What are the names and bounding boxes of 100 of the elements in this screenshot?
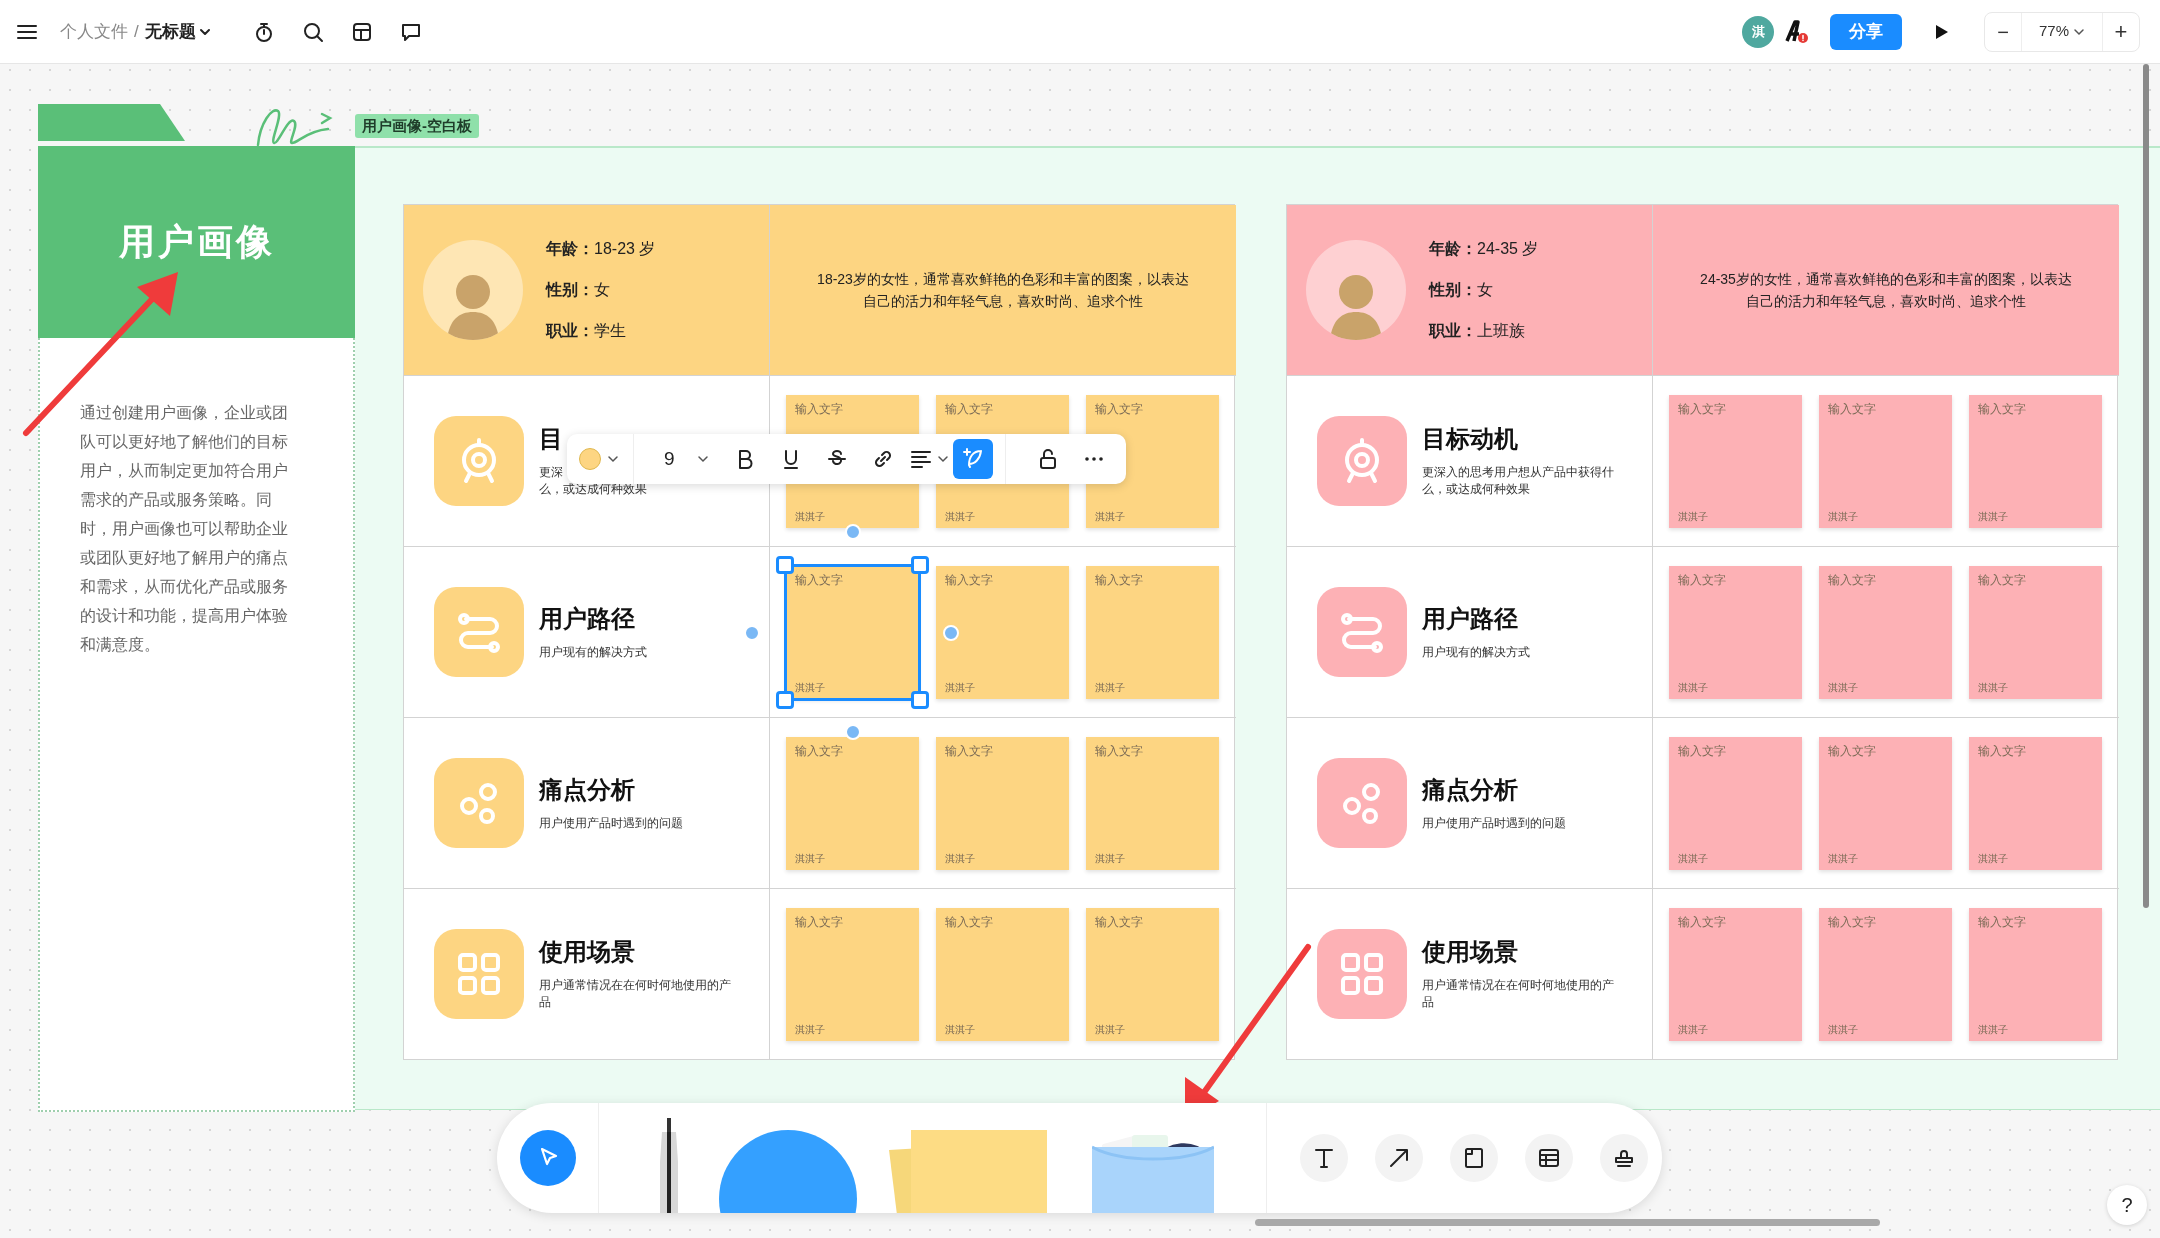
sticky-note[interactable]: 输入文字 淇淇子 xyxy=(1969,394,2102,528)
note-author: 淇淇子 xyxy=(945,852,976,865)
note-author: 淇淇子 xyxy=(795,1023,826,1036)
note-author: 淇淇子 xyxy=(945,510,976,523)
category-description: 用户通常情况在在何时何地使用的产 品 xyxy=(539,977,731,1011)
note-text: 输入文字 xyxy=(1828,401,1877,416)
frame-title: 用户画像 xyxy=(118,220,275,264)
note-author: 淇淇子 xyxy=(1978,852,2009,865)
note-text: 输入文字 xyxy=(1978,914,2027,929)
note-text: 输入文字 xyxy=(1828,572,1877,587)
sticky-note[interactable]: 输入文字 淇淇子 xyxy=(1819,394,1952,528)
note-author: 淇淇子 xyxy=(1095,681,1126,694)
note-text: 输入文字 xyxy=(1095,743,1144,758)
note-text: 输入文字 xyxy=(945,743,994,758)
note-text: 输入文字 xyxy=(1978,572,2027,587)
sticky-note[interactable]: 输入文字 淇淇子 xyxy=(1819,736,1952,870)
sticky-note[interactable]: 输入文字 淇淇子 xyxy=(786,907,919,1041)
sticky-note[interactable]: 输入文字 淇淇子 xyxy=(1086,907,1219,1041)
category-title: 痛点分析 xyxy=(539,774,636,805)
category-description: 更深 么，或达成何种效果 xyxy=(539,464,647,498)
note-text: 输入文字 xyxy=(1678,572,1727,587)
note-author: 淇淇子 xyxy=(1095,852,1126,865)
frame-label[interactable]: 用户画像-空白板 xyxy=(355,114,479,138)
field-label: 职业： xyxy=(546,321,594,341)
category-title: 目 xyxy=(539,424,564,454)
sticky-note[interactable]: 输入文字 淇淇子 xyxy=(1669,907,1802,1041)
sticky-note[interactable]: 输入文字 淇淇子 xyxy=(1669,736,1802,870)
note-text: 输入文字 xyxy=(945,572,994,587)
sticky-note[interactable]: 输入文字 淇淇子 xyxy=(1669,565,1802,699)
note-author: 淇淇子 xyxy=(1828,510,1859,523)
note-text: 输入文字 xyxy=(795,401,844,416)
field-label: 年龄： xyxy=(546,239,594,259)
zoom-in-button[interactable]: + xyxy=(2103,12,2139,51)
note-author: 淇淇子 xyxy=(1978,510,2009,523)
note-text: 输入文字 xyxy=(795,743,844,758)
category-description: 用户现有的解决方式 xyxy=(1422,643,1530,661)
note-author: 淇淇子 xyxy=(1978,681,2009,694)
note-author: 淇淇子 xyxy=(1095,510,1126,523)
sticky-note[interactable]: 输入文字 淇淇子 xyxy=(1086,565,1219,699)
field-label: 性别： xyxy=(546,280,594,300)
breadcrumb-separator: / xyxy=(134,20,139,43)
note-author: 淇淇子 xyxy=(1828,681,1859,694)
note-text: 输入文字 xyxy=(1095,401,1144,416)
note-text: 输入文字 xyxy=(1978,401,2027,416)
category-description: 用户现有的解决方式 xyxy=(539,643,647,661)
frame-description: 通过创建用户画像，企业或团 队可以更好地了解他们的目标 用户，从而制定更加符合用户 需求的产品或服务策略。同 时，用户画像也可以帮助企业 或团队更好地了解用户的痛点 和需求，从而优化产品或服务 的设计和功能，提高用户体验 和满意度。 xyxy=(80,403,289,655)
sticky-note[interactable]: 输入文字 淇淇子 xyxy=(936,736,1069,870)
note-text: 输入文字 xyxy=(1678,743,1727,758)
sticky-note[interactable]: 输入文字 淇淇子 xyxy=(1969,907,2102,1041)
note-text: 输入文字 xyxy=(1828,743,1877,758)
sticky-note[interactable]: 输入文字 淇淇子 xyxy=(936,565,1069,699)
sticky-note[interactable]: 输入文字 淇淇子 xyxy=(1969,736,2102,870)
field-value: 女 xyxy=(594,280,610,300)
breadcrumb-link[interactable]: 个人文件 xyxy=(60,18,128,45)
persona-summary: 18-23岁的女性，通常喜欢鲜艳的色彩和丰富的图案，以表达 自己的活力和年轻气息，喜欢时尚、追求个性 xyxy=(817,270,1189,311)
share-button[interactable]: 分享 xyxy=(1830,13,1902,50)
sticky-note[interactable]: 输入文字 淇淇子 xyxy=(786,736,919,870)
field-label: 职业： xyxy=(1429,321,1477,341)
file-title-button[interactable]: 无标题 xyxy=(144,18,211,45)
field-value: 24-35 岁 xyxy=(1477,239,1539,259)
help-button[interactable]: ? xyxy=(2107,1185,2147,1225)
sticky-note[interactable]: 输入文字 淇淇子 xyxy=(1819,907,1952,1041)
note-author: 淇淇子 xyxy=(1978,1023,2009,1036)
note-text: 输入文字 xyxy=(1828,914,1877,929)
note-author: 淇淇子 xyxy=(945,1023,976,1036)
category-description: 用户使用产品时遇到的问题 xyxy=(1422,814,1566,832)
category-title: 用户路径 xyxy=(539,603,636,634)
note-author: 淇淇子 xyxy=(795,852,826,865)
note-author: 淇淇子 xyxy=(795,681,826,694)
category-title: 痛点分析 xyxy=(1422,774,1519,805)
note-text: 输入文字 xyxy=(1095,572,1144,587)
zoom-level-dropdown[interactable]: 77% xyxy=(2022,12,2103,51)
note-text: 输入文字 xyxy=(1678,401,1727,416)
sticky-note[interactable]: 输入文字 淇淇子 xyxy=(1969,565,2102,699)
field-value: 18-23 岁 xyxy=(594,239,656,259)
note-text: 输入文字 xyxy=(795,572,844,587)
field-value: 学生 xyxy=(594,321,626,341)
note-text: 输入文字 xyxy=(1678,914,1727,929)
note-text: 输入文字 xyxy=(1978,743,2027,758)
user-avatar[interactable]: 淇 xyxy=(1742,15,1774,48)
category-title: 用户路径 xyxy=(1422,603,1519,634)
note-author: 淇淇子 xyxy=(1678,681,1709,694)
font-size-dropdown[interactable]: 9 xyxy=(664,444,709,474)
sticky-note[interactable]: 输入文字 淇淇子 xyxy=(1086,736,1219,870)
note-text: 输入文字 xyxy=(945,401,994,416)
sticky-note[interactable]: 输入文字 淇淇子 xyxy=(1669,394,1802,528)
note-text: 输入文字 xyxy=(795,914,844,929)
persona-summary: 24-35岁的女性，通常喜欢鲜艳的色彩和丰富的图案，以表达 自己的活力和年轻气息，喜欢时尚、追求个性 xyxy=(1700,270,2072,311)
sticky-note[interactable]: 输入文字 淇淇子 xyxy=(1819,565,1952,699)
sticky-note[interactable]: 输入文字 淇淇子 xyxy=(936,907,1069,1041)
category-title: 使用场景 xyxy=(1422,937,1519,967)
sticky-note[interactable]: 输入文字 淇淇子 xyxy=(786,565,919,699)
zoom-out-button[interactable]: − xyxy=(1985,12,2022,51)
category-description: 更深入的思考用户想从产品中获得什 么，或达成何种效果 xyxy=(1422,464,1614,498)
field-label: 性别： xyxy=(1429,280,1477,300)
note-author: 淇淇子 xyxy=(1828,1023,1859,1036)
note-author: 淇淇子 xyxy=(795,510,826,523)
category-title: 使用场景 xyxy=(539,937,636,967)
category-title: 目标动机 xyxy=(1422,424,1519,454)
note-text: 输入文字 xyxy=(945,914,994,929)
